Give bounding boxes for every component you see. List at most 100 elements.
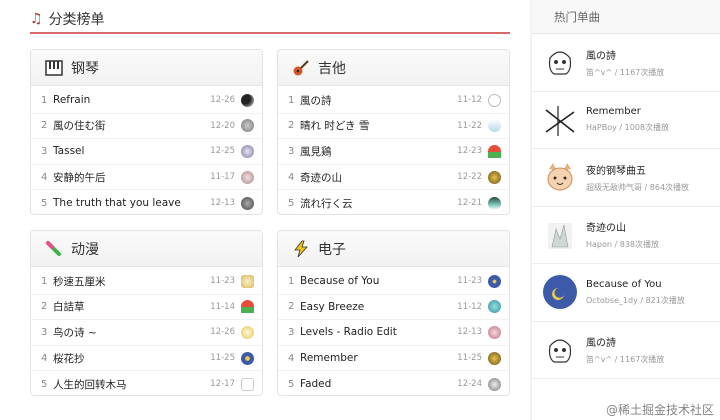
song-title[interactable]: 奇迹の山 [300, 170, 457, 185]
avatar[interactable] [488, 274, 501, 288]
song-title[interactable]: Easy Breeze [300, 301, 457, 313]
hot-song-meta: 笛^v^ / 1167次播放 [586, 67, 665, 77]
category-card-anime: 动漫 1 秒速五厘米 11-23 2 白詰草 11-14 3 鸟の诗 ~12-26 4 桜花… [30, 230, 263, 396]
avatar[interactable] [241, 377, 254, 391]
song-row[interactable]: 5 人生的回转木马 12-17 [31, 371, 262, 395]
hot-song-title[interactable]: 風の詩 [586, 334, 664, 349]
song-row[interactable]: 5 流れ行く云 12-21 [278, 190, 509, 214]
card-title: 钢琴 [71, 60, 99, 77]
song-row[interactable]: 5 The truth that you leave 12-13 [31, 190, 262, 214]
song-title[interactable]: 桜花抄 [53, 351, 210, 366]
hot-song-meta: 超级无敌帅气哥 / 864次播放 [586, 182, 690, 192]
hot-song-item[interactable]: 奇迹の山 Hapon / 838次播放 [532, 207, 720, 264]
music-note-icon: ♫ [30, 11, 43, 27]
song-title[interactable]: Levels - Radio Edit [300, 326, 457, 338]
card-header[interactable]: 钢琴 [31, 50, 262, 86]
section-title: 分类榜单 [48, 12, 105, 28]
hot-song-meta: Octobse_1dy / 821次播放 [586, 295, 685, 305]
avatar[interactable] [488, 300, 501, 314]
hot-song-meta: HaPBoy / 1008次播放 [586, 123, 669, 133]
song-title[interactable]: The truth that you leave [53, 197, 210, 209]
song-title[interactable]: Remember [300, 352, 457, 364]
avatar[interactable] [241, 170, 254, 184]
song-title[interactable]: Tassel [53, 145, 210, 157]
song-title[interactable]: 風見鶏 [300, 144, 457, 159]
avatar[interactable] [241, 325, 254, 339]
avatar[interactable] [241, 93, 254, 107]
avatar[interactable] [542, 274, 578, 310]
avatar[interactable] [542, 332, 578, 368]
song-title[interactable]: 流れ行く云 [300, 196, 457, 211]
song-row[interactable]: 3 Levels - Radio Edit 12-13 [278, 320, 509, 346]
card-header[interactable]: 吉他 [278, 50, 509, 86]
hot-song-title[interactable]: 風の詩 [586, 47, 664, 62]
avatar[interactable] [241, 144, 254, 158]
song-title[interactable]: 人生的回转木马 [53, 377, 210, 392]
song-title[interactable]: 秒速五厘米 [53, 274, 210, 289]
anime-pen-icon [46, 240, 61, 256]
song-title[interactable]: Because of You [300, 275, 457, 287]
avatar[interactable] [488, 351, 501, 365]
card-header[interactable]: 电子 [278, 231, 509, 267]
sidebar-title: 热门单曲 [532, 0, 720, 34]
avatar[interactable] [488, 93, 501, 107]
avatar[interactable] [488, 325, 501, 339]
piano-icon [45, 59, 63, 76]
hot-song-title[interactable]: 奇迹の山 [586, 219, 659, 234]
hot-song-meta: 笛^v^ / 1167次播放 [586, 355, 665, 365]
avatar[interactable] [488, 144, 501, 158]
song-title[interactable]: 鸟の诗 ~ [53, 325, 210, 340]
category-card-piano: 钢琴 1 Refrain 12-26 2 風の住む街 12-20 3 Tassel 12-2… [30, 49, 263, 215]
avatar[interactable] [241, 300, 254, 314]
hot-song-item[interactable]: 風の詩笛^v^ / 1167次播放 [532, 322, 720, 379]
song-title[interactable]: 白詰草 [53, 299, 210, 314]
song-title[interactable]: Faded [300, 378, 457, 390]
song-row[interactable]: 3 風見鶏 12-23 [278, 139, 509, 165]
avatar[interactable] [488, 119, 501, 133]
avatar[interactable] [241, 351, 254, 365]
song-row[interactable]: 2 Easy Breeze 11-12 [278, 295, 509, 321]
sidebar-hot-songs: 热门单曲 風の詩 笛^v^ / 1167次播放 Remember HaPBoy / … [532, 0, 720, 420]
avatar[interactable] [542, 217, 578, 253]
song-row[interactable]: 1 秒速五厘米 11-23 [31, 269, 262, 295]
hot-song-item[interactable]: 夜的钢琴曲五超级无敌帅气哥 / 864次播放 [532, 149, 720, 207]
song-row[interactable]: 4 Remember 11-25 [278, 346, 509, 372]
song-row[interactable]: 4 奇迹の山 12-22 [278, 165, 509, 191]
song-title[interactable]: 風の住む街 [53, 118, 210, 133]
song-row[interactable]: 1 風の詩 11-12 [278, 88, 509, 114]
avatar[interactable] [241, 119, 254, 133]
avatar[interactable] [241, 274, 254, 288]
song-row[interactable]: 5 Faded 12-24 [278, 371, 509, 395]
song-row[interactable]: 4 桜花抄 11-25 [31, 346, 262, 372]
card-header[interactable]: 动漫 [31, 231, 262, 267]
hot-song-item[interactable]: Because of You Octobse_1dy / 821次播放 [532, 264, 720, 322]
song-row[interactable]: 3 Tassel 12-25 [31, 139, 262, 165]
song-row[interactable]: 2 晴れ 时どき 雪 11-22 [278, 114, 509, 140]
song-row[interactable]: 1 Refrain 12-26 [31, 88, 262, 114]
song-row[interactable]: 3 鸟の诗 ~12-26 [31, 320, 262, 346]
avatar[interactable] [488, 377, 501, 391]
song-row[interactable]: 2 風の住む街 12-20 [31, 114, 262, 140]
song-row[interactable]: 1 Because of You 11-23 [278, 269, 509, 295]
avatar[interactable] [488, 170, 501, 184]
guitar-icon [293, 59, 309, 75]
avatar[interactable] [542, 159, 578, 195]
hot-song-title[interactable]: Remember [586, 106, 669, 117]
song-title[interactable]: Refrain [53, 94, 210, 106]
song-title[interactable]: 晴れ 时どき 雪 [300, 118, 457, 133]
hot-song-meta: Hapon / 838次播放 [586, 240, 660, 250]
hot-song-item[interactable]: 風の詩笛^v^ / 1167次播放 [532, 34, 720, 92]
song-title[interactable]: 安静的午后 [53, 170, 210, 185]
song-row[interactable]: 2 白詰草 11-14 [31, 295, 262, 321]
song-title[interactable]: 風の詩 [300, 93, 457, 108]
song-row[interactable]: 4 安静的午后 11-17 [31, 165, 262, 191]
main-panel: ♫ 分类榜单 钢琴 1 Refrain 12-26 2 風の住む街 12-20 3 Tas… [0, 0, 530, 420]
hot-song-item[interactable]: Remember HaPBoy / 1008次播放 [532, 92, 720, 149]
avatar[interactable] [488, 196, 501, 210]
avatar[interactable] [542, 44, 578, 80]
watermark: @稀土掘金技术社区 [605, 403, 714, 417]
hot-song-title[interactable]: Because of You [586, 279, 685, 290]
avatar[interactable] [241, 196, 254, 210]
hot-song-title[interactable]: 夜的钢琴曲五 [586, 162, 689, 177]
avatar[interactable] [542, 102, 578, 138]
